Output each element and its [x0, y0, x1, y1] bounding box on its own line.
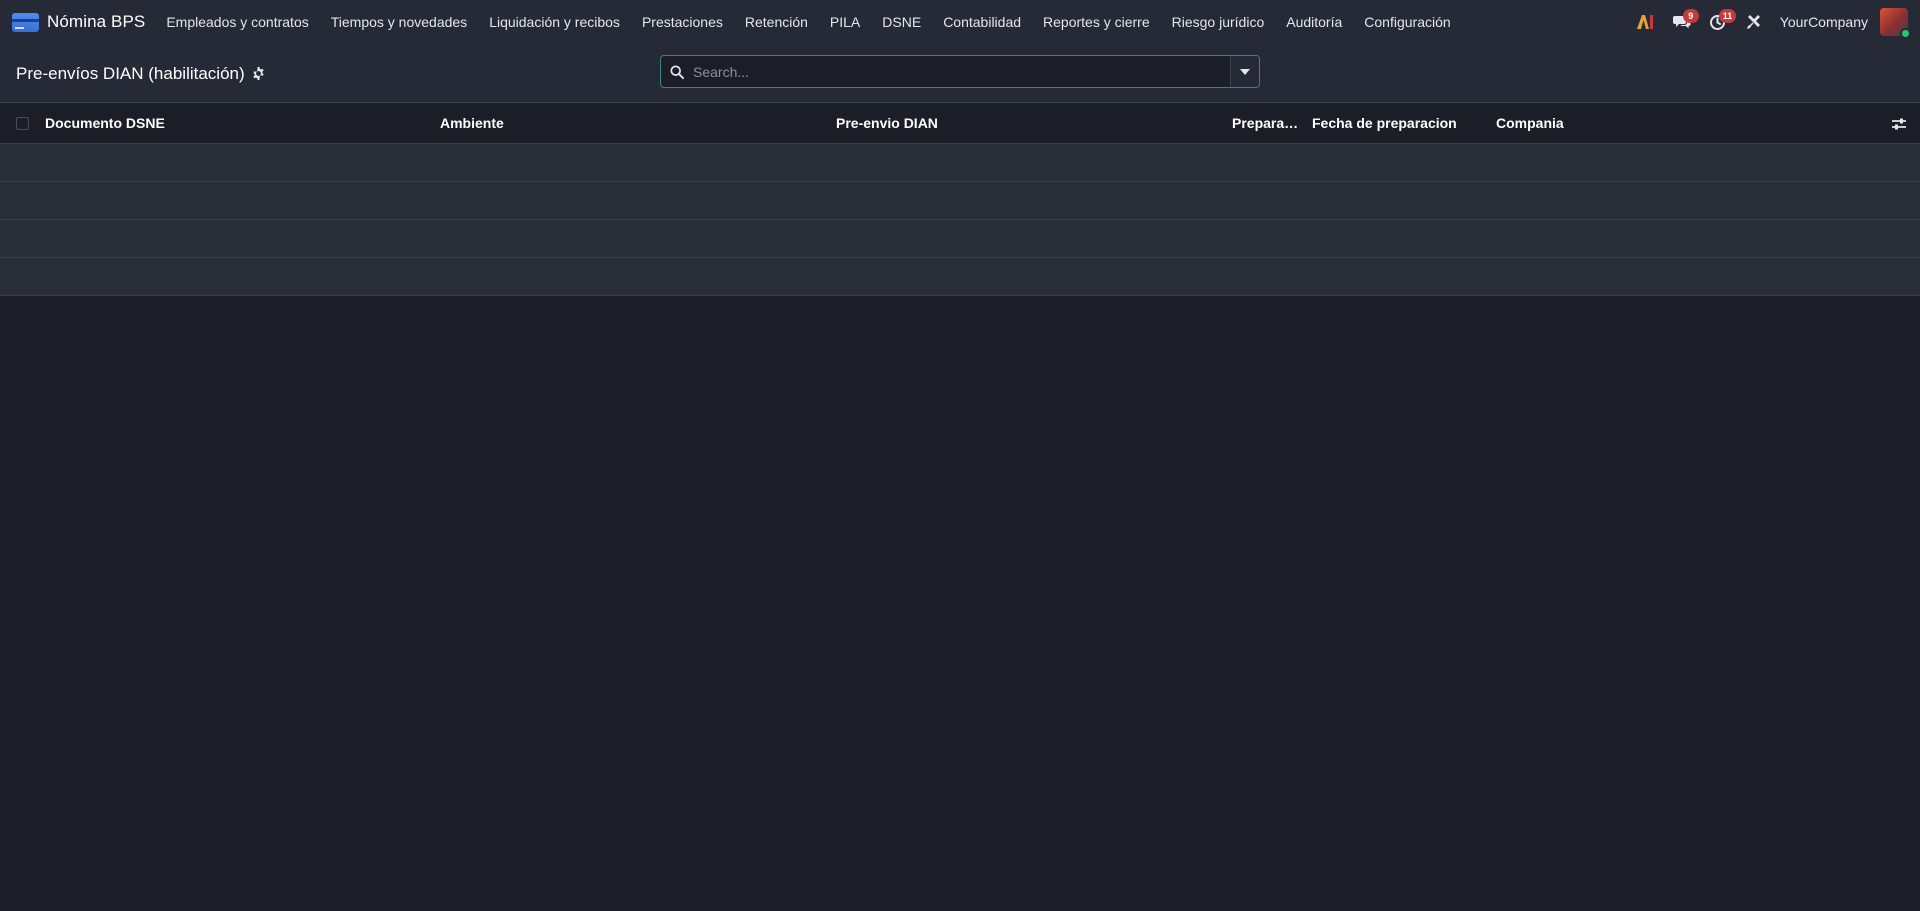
list-row-empty	[0, 258, 1920, 296]
magnifier-icon	[670, 64, 684, 79]
menu-item-auditoria[interactable]: Auditoría	[1275, 0, 1353, 45]
gear-glyph-icon	[253, 67, 264, 80]
systray: 9 11 YourCompany	[1628, 0, 1911, 45]
online-status-dot	[1900, 28, 1911, 39]
column-header-preparacion[interactable]: Preparaci...	[1232, 103, 1304, 144]
list-row-empty	[0, 220, 1920, 258]
menu-item-pila[interactable]: PILA	[819, 0, 871, 45]
app-brand[interactable]: Nómina BPS	[12, 12, 145, 32]
column-header-fecha-preparacion[interactable]: Fecha de preparacion	[1312, 103, 1482, 144]
control-panel: Pre-envíos DIAN (habilitación)	[0, 45, 1920, 103]
activities-icon[interactable]: 11	[1700, 0, 1737, 45]
caret-down-icon	[1240, 68, 1250, 75]
list-header: Documento DSNE Ambiente Pre-envio DIAN P…	[0, 103, 1920, 144]
search-input[interactable]	[693, 56, 1230, 87]
column-header-compania[interactable]: Compania	[1496, 103, 1796, 144]
optional-columns-toggle[interactable]	[1890, 115, 1908, 133]
menu-item-prestaciones[interactable]: Prestaciones	[631, 0, 734, 45]
column-header-ambiente[interactable]: Ambiente	[440, 103, 820, 144]
tools-icon	[1746, 15, 1760, 29]
user-avatar[interactable]	[1880, 8, 1911, 39]
breadcrumb: Pre-envíos DIAN (habilitación)	[16, 64, 265, 84]
page-title: Pre-envíos DIAN (habilitación)	[16, 63, 245, 83]
activities-badge: 11	[1718, 8, 1737, 23]
payroll-card-icon	[12, 12, 39, 32]
sliders-icon	[1892, 118, 1906, 130]
main-menu: Empleados y contratos Tiempos y novedade…	[155, 0, 1461, 45]
messages-icon[interactable]: 9	[1664, 0, 1700, 45]
column-header-documento-dsne[interactable]: Documento DSNE	[45, 103, 425, 144]
main-navbar: Nómina BPS Empleados y contratos Tiempos…	[0, 0, 1920, 45]
app-name: Nómina BPS	[47, 12, 146, 31]
menu-item-retencion[interactable]: Retención	[734, 0, 819, 45]
menu-item-liquidacion[interactable]: Liquidación y recibos	[478, 0, 631, 45]
menu-item-reportes[interactable]: Reportes y cierre	[1032, 0, 1161, 45]
menu-item-riesgo[interactable]: Riesgo jurídico	[1161, 0, 1276, 45]
menu-item-dsne[interactable]: DSNE	[871, 0, 932, 45]
ai-logo-icon	[1636, 15, 1653, 29]
messages-badge: 9	[1682, 8, 1699, 23]
menu-item-contabilidad[interactable]: Contabilidad	[932, 0, 1032, 45]
debug-tools-icon[interactable]	[1736, 0, 1772, 45]
search-icon	[661, 56, 693, 87]
menu-item-configuracion[interactable]: Configuración	[1353, 0, 1461, 45]
search-bar	[660, 55, 1260, 88]
menu-item-empleados[interactable]: Empleados y contratos	[155, 0, 319, 45]
company-switcher[interactable]: YourCompany	[1772, 14, 1880, 30]
list-row-empty	[0, 144, 1920, 182]
list-view: Documento DSNE Ambiente Pre-envio DIAN P…	[0, 103, 1920, 296]
ai-assistant-icon[interactable]	[1628, 0, 1664, 45]
gear-icon[interactable]	[252, 67, 265, 80]
select-all-checkbox[interactable]	[16, 117, 29, 130]
column-header-pre-envio-dian[interactable]: Pre-envio DIAN	[836, 103, 1216, 144]
menu-item-tiempos[interactable]: Tiempos y novedades	[320, 0, 478, 45]
search-options-toggle[interactable]	[1230, 56, 1259, 87]
list-row-empty	[0, 182, 1920, 220]
